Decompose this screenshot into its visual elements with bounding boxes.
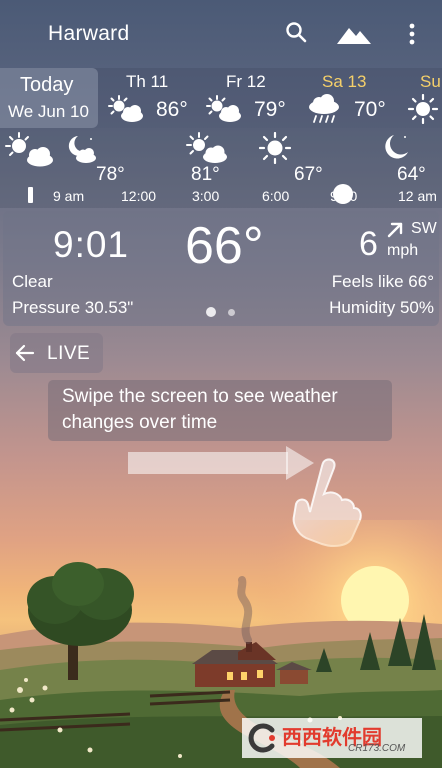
current-conditions-panel[interactable]: 9:01 66° 6 SW mph Clear Pressure 30.53" … [3, 211, 439, 326]
tooltip-line: Swipe the screen to see weather [62, 386, 338, 407]
hourly-temp: 78° [96, 164, 125, 185]
day-name: Su [420, 72, 441, 91]
moon-icon [385, 135, 408, 159]
partly-cloudy-icon [206, 95, 241, 122]
day-item[interactable]: Su [404, 72, 442, 128]
arrow-back-icon [15, 344, 35, 362]
current-temperature: 66° [185, 217, 264, 275]
search-icon[interactable] [284, 20, 314, 50]
more-vert-icon[interactable] [404, 20, 420, 50]
watermark-logo: 西西软件园 CR173.COM [242, 718, 422, 758]
wind-speed: 6 [359, 225, 378, 263]
feels-like-text: Feels like 66° [331, 272, 434, 291]
pressure-text: Pressure 30.53" [12, 298, 134, 317]
hourly-time: 3:00 [192, 188, 220, 204]
swipe-hint-tooltip: Swipe the screen to see weather changes … [48, 380, 392, 441]
sun-icon [407, 94, 439, 124]
current-time-marker [28, 187, 33, 203]
hourly-time: 6:00 [262, 188, 290, 204]
today-label: Today [20, 74, 74, 96]
day-item[interactable]: Fr 12 79° [204, 72, 294, 128]
hourly-temp: 64° [397, 164, 426, 185]
hourly-temp: 67° [294, 164, 323, 185]
day-temp: 70° [354, 98, 386, 121]
current-time: 9:01 [53, 224, 130, 265]
live-button[interactable]: LIVE [10, 333, 103, 373]
sun-icon [259, 132, 291, 164]
partly-cloudy-icon [5, 132, 53, 167]
daily-forecast-strip[interactable]: Today We Jun 10 Th 11 86° Fr 12 79° Sa 1… [0, 68, 442, 128]
hourly-forecast[interactable]: 78° 81° 67° 64° 9 am 12:00 3:00 6:00 9:0… [0, 128, 442, 208]
live-label: LIVE [47, 343, 91, 364]
rain-icon [309, 94, 339, 123]
partly-cloudy-icon [108, 95, 143, 122]
day-temp: 86° [156, 98, 188, 121]
day-temp: 79° [254, 98, 286, 121]
wind-direction: SW [411, 220, 437, 237]
page-indicator [228, 309, 235, 316]
wind-direction-arrow-icon [387, 222, 403, 238]
wind-unit: mph [387, 242, 419, 259]
today-tab[interactable]: Today We Jun 10 [0, 68, 98, 128]
day-name: Fr 12 [226, 72, 266, 91]
today-date: We Jun 10 [8, 102, 89, 121]
condition-text: Clear [12, 272, 53, 291]
moon-cloud-icon [68, 136, 96, 163]
day-item[interactable]: Sa 13 70° [306, 72, 396, 128]
hourly-time: 12 am [398, 188, 437, 204]
day-name: Sa 13 [322, 72, 367, 91]
landscape-icon[interactable] [336, 20, 372, 50]
top-app-bar: Harward [0, 0, 442, 68]
timeline-scrubber-handle[interactable] [333, 184, 353, 204]
hourly-temp: 81° [191, 164, 220, 185]
city-name[interactable]: Harward [48, 22, 129, 46]
hourly-time: 9 am [53, 188, 85, 204]
partly-cloudy-icon [186, 132, 227, 163]
humidity-text: Humidity 50% [329, 298, 434, 317]
day-name: Th 11 [126, 72, 169, 91]
watermark-sub: CR173.COM [348, 743, 406, 754]
page-indicator-active [206, 307, 216, 317]
hourly-time: 12:00 [121, 188, 157, 204]
tooltip-line: changes over time [62, 412, 218, 433]
watermark-c-icon [248, 723, 275, 753]
day-item[interactable]: Th 11 86° [106, 72, 196, 128]
